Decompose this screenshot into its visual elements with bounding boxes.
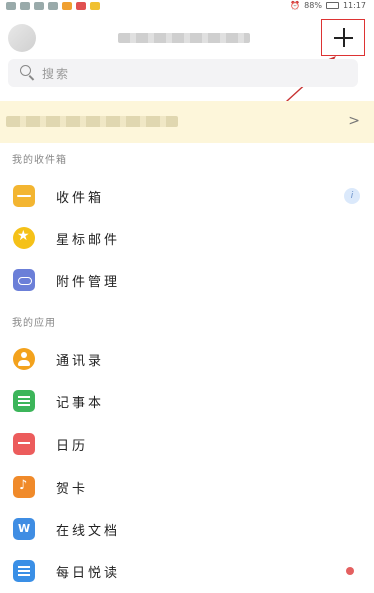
- account-name-redacted[interactable]: [118, 33, 250, 43]
- list-item-attachments[interactable]: 附件管理: [0, 261, 374, 299]
- notification-icon: [76, 2, 86, 10]
- info-badge: i: [344, 188, 360, 204]
- daily-reading-icon: [13, 560, 35, 582]
- section-title-mailboxes: 我的收件箱: [12, 155, 67, 166]
- alarm-icon: ⏰: [290, 1, 301, 10]
- clock: 11:17: [342, 1, 366, 10]
- list-item-contacts[interactable]: 通讯录: [0, 340, 374, 378]
- calendar-icon: [13, 433, 35, 455]
- contacts-icon: [13, 348, 35, 370]
- list-item-label: 通讯录: [56, 353, 105, 369]
- unread-dot: [346, 567, 354, 575]
- inbox-icon: [13, 185, 35, 207]
- battery-percent: 88%: [304, 1, 322, 10]
- list-item-notes[interactable]: 记事本: [0, 382, 374, 420]
- attachment-icon: [13, 269, 35, 291]
- notification-icon: [90, 2, 100, 10]
- list-item-label: 附件管理: [56, 274, 121, 290]
- promo-banner[interactable]: >: [0, 101, 374, 143]
- list-item-greeting-card[interactable]: 贺卡: [0, 468, 374, 506]
- notification-icon: [62, 2, 72, 10]
- search-icon: [20, 65, 36, 81]
- status-icons: [6, 2, 100, 10]
- list-item-label: 每日悦读: [56, 565, 121, 581]
- star-icon: [13, 227, 35, 249]
- search-bar[interactable]: 搜索: [8, 59, 358, 87]
- notes-icon: [13, 390, 35, 412]
- chevron-right-icon: >: [348, 113, 360, 129]
- list-item-label: 星标邮件: [56, 232, 121, 248]
- app-notification-icon: [48, 2, 58, 10]
- list-item-label: 在线文档: [56, 523, 121, 539]
- status-bar: ⏰ 88% 11:17: [0, 0, 374, 14]
- avatar[interactable]: [8, 24, 36, 52]
- list-item-starred[interactable]: 星标邮件: [0, 219, 374, 257]
- add-button[interactable]: [321, 19, 365, 56]
- list-item-calendar[interactable]: 日历: [0, 425, 374, 463]
- list-item-daily-reading[interactable]: 每日悦读: [0, 552, 374, 590]
- list-item-online-docs[interactable]: 在线文档: [0, 510, 374, 548]
- hd-icon: [6, 2, 16, 10]
- list-item-label: 记事本: [56, 395, 105, 411]
- list-item-inbox[interactable]: 收件箱 i: [0, 177, 374, 215]
- wifi-icon: [34, 2, 44, 10]
- status-right: ⏰ 88% 11:17: [290, 1, 366, 10]
- list-item-label: 收件箱: [56, 190, 105, 206]
- search-placeholder: 搜索: [42, 66, 71, 81]
- list-item-label: 贺卡: [56, 481, 89, 497]
- banner-text-redacted: [6, 116, 178, 127]
- greeting-card-icon: [13, 476, 35, 498]
- battery-icon: [325, 2, 339, 9]
- document-icon: [13, 518, 35, 540]
- section-title-apps: 我的应用: [12, 318, 56, 329]
- list-item-label: 日历: [56, 438, 89, 454]
- signal-icon: [20, 2, 30, 10]
